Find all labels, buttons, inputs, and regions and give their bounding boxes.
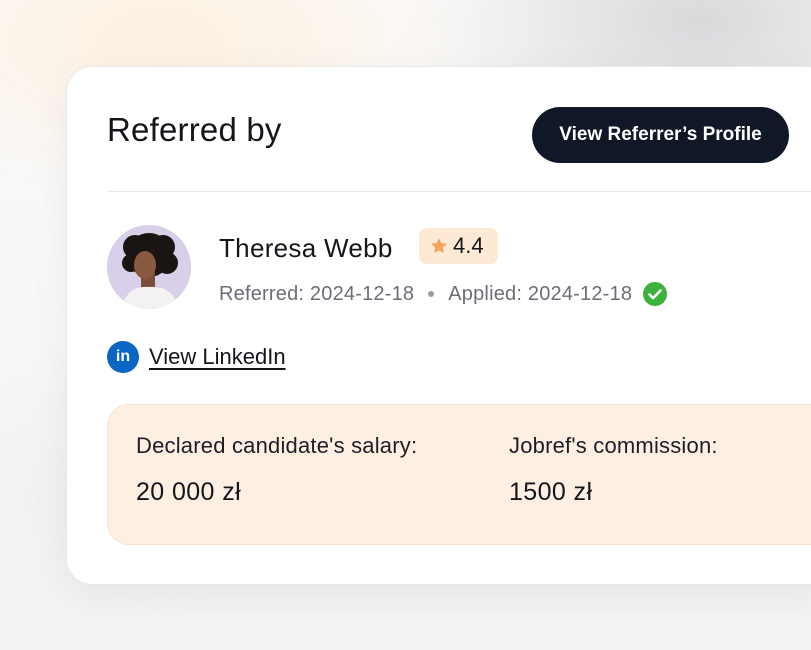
salary-label: Declared candidate's salary: [136, 433, 418, 458]
referrer-name: Theresa Webb [219, 233, 393, 263]
separator-dot [428, 291, 435, 297]
card-title: Referred by [107, 111, 282, 148]
salary-stat: Declared candidate's salary: 20 000 zł [136, 433, 417, 507]
referrer-card: Referred by View Referrer’s Profile Ther… [66, 66, 811, 585]
rating-badge: 4.4 [419, 228, 498, 264]
commission-label: Jobref's commission: [509, 433, 718, 458]
salary-value: 20 000 zł [136, 478, 242, 506]
commission-value: 1500 zł [509, 478, 593, 506]
view-linkedin-link[interactable]: in View LinkedIn [107, 341, 286, 373]
avatar [107, 225, 191, 309]
applied-date: Applied: 2024-12-18 [448, 282, 633, 305]
view-linkedin-label: View LinkedIn [149, 344, 286, 369]
compensation-panel: Declared candidate's salary: 20 000 zł J… [107, 404, 811, 545]
referral-meta: Referred: 2024-12-18 Applied: 2024-12-18 [219, 281, 668, 307]
commission-stat: Jobref's commission: 1500 zł [509, 433, 718, 507]
rating-value: 4.4 [453, 233, 484, 258]
view-referrer-profile-button[interactable]: View Referrer’s Profile [532, 107, 789, 163]
referred-date: Referred: 2024-12-18 [219, 282, 415, 305]
linkedin-icon: in [107, 341, 139, 373]
divider [107, 191, 811, 192]
check-circle-icon [643, 282, 668, 306]
star-icon [431, 238, 447, 254]
